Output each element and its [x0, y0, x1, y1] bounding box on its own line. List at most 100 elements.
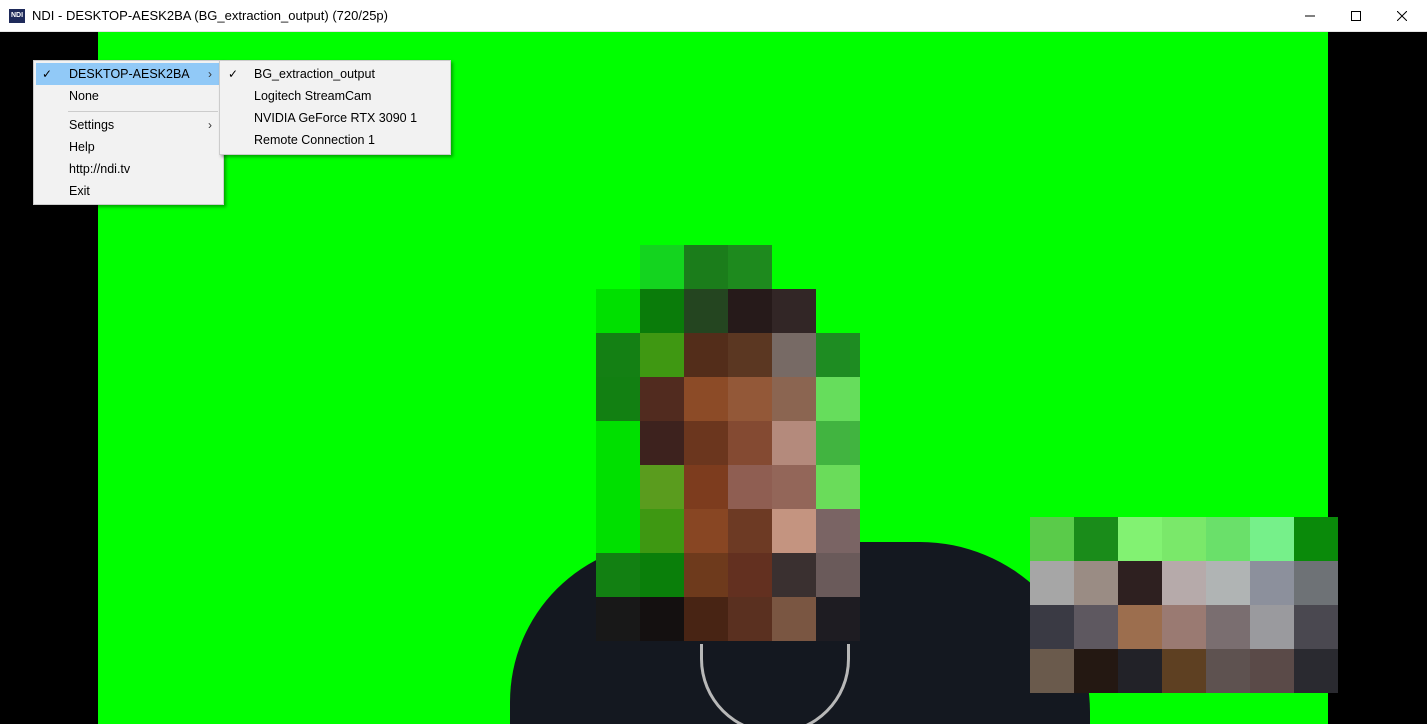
mosaic-block: [1206, 561, 1250, 605]
mosaic-block: [1118, 561, 1162, 605]
submenu-item-nvidia-rtx-3090[interactable]: NVIDIA GeForce RTX 3090 1: [222, 107, 448, 129]
mosaic-block: [1162, 517, 1206, 561]
mosaic-block: [640, 333, 684, 377]
mosaic-block: [640, 553, 684, 597]
mosaic-block: [1074, 561, 1118, 605]
mosaic-block: [684, 333, 728, 377]
mosaic-block: [684, 553, 728, 597]
mosaic-block: [1030, 649, 1074, 693]
ndi-app-icon: NDI: [9, 9, 25, 23]
mosaic-block: [728, 597, 772, 641]
check-icon: ✓: [42, 67, 53, 81]
mosaic-block: [684, 465, 728, 509]
menu-item-settings[interactable]: Settings ›: [36, 114, 221, 136]
mosaic-block: [728, 289, 772, 333]
menu-item-help[interactable]: Help: [36, 136, 221, 158]
mosaic-block: [1294, 517, 1338, 561]
mosaic-block: [1030, 517, 1074, 561]
mosaic-block: [684, 377, 728, 421]
menu-item-ndi-link[interactable]: http://ndi.tv: [36, 158, 221, 180]
mosaic-block: [1118, 649, 1162, 693]
mosaic-block: [728, 333, 772, 377]
mosaic-block: [640, 421, 684, 465]
mosaic-block: [772, 553, 816, 597]
mosaic-block: [772, 377, 816, 421]
mosaic-block: [1294, 649, 1338, 693]
menu-item-none[interactable]: None: [36, 85, 221, 107]
minimize-icon: [1305, 15, 1315, 17]
submenu-item-logitech-streamcam[interactable]: Logitech StreamCam: [222, 85, 448, 107]
mosaic-block: [772, 421, 816, 465]
title-bar[interactable]: NDI NDI - DESKTOP-AESK2BA (BG_extraction…: [0, 0, 1427, 32]
mosaic-block: [1250, 605, 1294, 649]
mosaic-block: [772, 465, 816, 509]
window-title: NDI - DESKTOP-AESK2BA (BG_extraction_out…: [32, 8, 388, 23]
mosaic-block: [728, 553, 772, 597]
neck-chain: [700, 644, 850, 724]
context-menu: ✓ DESKTOP-AESK2BA › None Settings › Help…: [33, 60, 224, 205]
close-button[interactable]: [1379, 0, 1425, 32]
mosaic-block: [816, 597, 860, 641]
mosaic-block: [772, 333, 816, 377]
mosaic-block: [596, 421, 640, 465]
chevron-right-icon: ›: [208, 67, 212, 81]
mosaic-block: [640, 597, 684, 641]
submenu-item-remote-connection[interactable]: Remote Connection 1: [222, 129, 448, 151]
source-submenu: ✓ BG_extraction_output Logitech StreamCa…: [219, 60, 451, 155]
mosaic-block: [1250, 517, 1294, 561]
mosaic-block: [684, 289, 728, 333]
check-icon: ✓: [228, 67, 239, 81]
mosaic-block: [1074, 517, 1118, 561]
maximize-icon: [1351, 11, 1361, 21]
mosaic-block: [728, 377, 772, 421]
mosaic-block: [1118, 517, 1162, 561]
mosaic-block: [640, 509, 684, 553]
mosaic-block: [596, 465, 640, 509]
mosaic-block: [816, 421, 860, 465]
mosaic-block: [1030, 605, 1074, 649]
mosaic-block: [596, 333, 640, 377]
mosaic-block: [596, 289, 640, 333]
menu-item-desktop-aesk2ba[interactable]: ✓ DESKTOP-AESK2BA ›: [36, 63, 221, 85]
mosaic-block: [1206, 605, 1250, 649]
chevron-right-icon: ›: [208, 118, 212, 132]
mosaic-block: [772, 289, 816, 333]
mosaic-block: [596, 509, 640, 553]
mosaic-block: [816, 509, 860, 553]
mosaic-block: [640, 377, 684, 421]
mosaic-block: [1118, 605, 1162, 649]
mosaic-block: [772, 597, 816, 641]
mosaic-block: [1030, 561, 1074, 605]
mosaic-block: [728, 465, 772, 509]
mosaic-block: [1250, 561, 1294, 605]
mosaic-block: [640, 465, 684, 509]
mosaic-block: [1294, 561, 1338, 605]
menu-separator: [68, 111, 218, 112]
minimize-button[interactable]: [1287, 0, 1333, 32]
menu-item-exit[interactable]: Exit: [36, 180, 221, 202]
mosaic-block: [1162, 605, 1206, 649]
mosaic-block: [1206, 517, 1250, 561]
mosaic-block: [684, 509, 728, 553]
mosaic-block: [640, 245, 684, 289]
mosaic-block: [816, 377, 860, 421]
mosaic-block: [684, 597, 728, 641]
mosaic-block: [596, 377, 640, 421]
mosaic-block: [1074, 605, 1118, 649]
mosaic-block: [1294, 605, 1338, 649]
mosaic-block: [772, 509, 816, 553]
mosaic-block: [1074, 649, 1118, 693]
mosaic-block: [640, 289, 684, 333]
mosaic-block: [1206, 649, 1250, 693]
maximize-button[interactable]: [1333, 0, 1379, 32]
close-icon: [1397, 11, 1407, 21]
mosaic-block: [728, 421, 772, 465]
mosaic-block: [596, 597, 640, 641]
mosaic-block: [684, 245, 728, 289]
mosaic-block: [1250, 649, 1294, 693]
mosaic-block: [1162, 649, 1206, 693]
submenu-item-bg-extraction-output[interactable]: ✓ BG_extraction_output: [222, 63, 448, 85]
mosaic-block: [728, 245, 772, 289]
mosaic-block: [816, 333, 860, 377]
mosaic-block: [728, 509, 772, 553]
